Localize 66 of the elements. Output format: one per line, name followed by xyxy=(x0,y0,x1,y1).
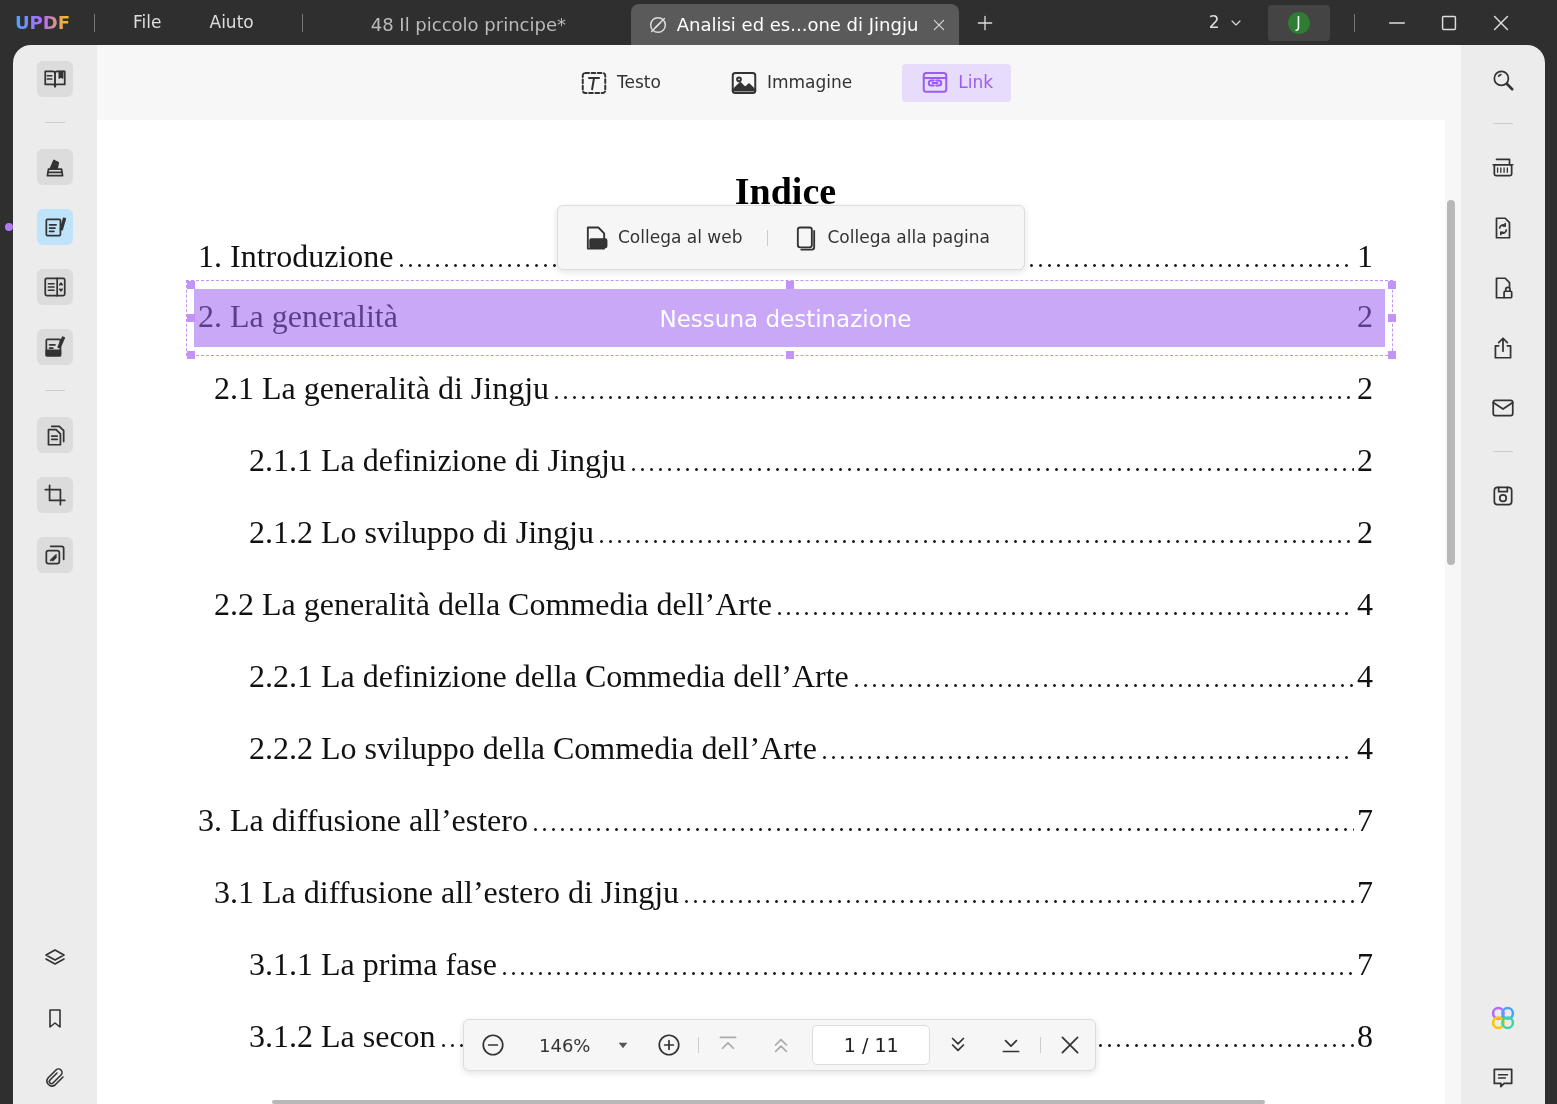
toc-page-number: 7 xyxy=(1357,801,1373,840)
toc-entry-title[interactable]: 3.1 La diffusione all’estero di Jingju xyxy=(214,868,680,916)
toc-entry-title[interactable]: 2.2 La generalità della Commedia dell’Arte xyxy=(214,580,772,628)
resize-handle[interactable] xyxy=(785,351,794,359)
document-tab[interactable]: Analisi ed es...one di Jingju xyxy=(630,4,959,45)
resize-handle[interactable] xyxy=(187,281,195,289)
popup-option[interactable]: Collega al web xyxy=(582,223,743,252)
page-field[interactable]: 1 / 11 xyxy=(812,1025,930,1065)
crop-icon xyxy=(42,482,68,508)
toc-page-number: 4 xyxy=(1357,657,1373,696)
toc-page-number: 1 xyxy=(1357,237,1373,276)
zoom-in-icon[interactable] xyxy=(656,1032,683,1058)
edit-icon xyxy=(42,214,68,240)
vertical-scrollbar[interactable] xyxy=(1447,200,1455,565)
toc-page-number: 2 xyxy=(1357,441,1373,480)
toc-entry-title[interactable]: 2.2.2 Lo sviluppo della Commedia dell’Arte xyxy=(249,724,817,772)
toc-page-number: 2 xyxy=(1357,513,1373,552)
toc-entry-title[interactable]: 2.1.2 Lo sviluppo di Jingju xyxy=(249,508,594,556)
toc-page-number: 8 xyxy=(1357,1017,1373,1056)
sidebar-tool[interactable] xyxy=(37,61,73,97)
resize-handle[interactable] xyxy=(785,281,794,289)
form-icon xyxy=(42,274,68,300)
toc-entry-title[interactable]: 1. Introduzione xyxy=(198,232,394,280)
popup-option[interactable]: Collega alla pagina xyxy=(791,223,990,252)
zoom-level[interactable]: 146% xyxy=(539,1031,591,1059)
toc-page-number: 2 xyxy=(1357,297,1373,336)
search-icon[interactable] xyxy=(1490,67,1516,93)
sign-icon xyxy=(42,334,68,360)
window-count-button[interactable]: 2 xyxy=(1208,9,1244,36)
toc-entry-title[interactable]: 2.1 La generalità di Jingju xyxy=(214,364,549,412)
resize-handle[interactable] xyxy=(1388,314,1396,322)
horizontal-scrollbar[interactable] xyxy=(272,1100,1265,1104)
mode-button[interactable]: Immagine xyxy=(710,63,871,102)
zoom-out-icon[interactable] xyxy=(480,1032,506,1058)
toc-page-number: 7 xyxy=(1357,873,1373,912)
sidebar-tool[interactable] xyxy=(37,417,73,453)
toc-entry-title[interactable]: 3. La diffusione all’estero xyxy=(198,796,528,844)
sidebar-tool[interactable] xyxy=(37,209,73,245)
document-tab[interactable]: 48 Il piccolo principe* xyxy=(302,4,631,45)
resize-handle[interactable] xyxy=(1388,281,1396,289)
toc-entry-title[interactable]: 3.1.2 La secon xyxy=(249,1012,436,1060)
toc-page-number: 4 xyxy=(1357,729,1373,768)
sidebar-tool[interactable] xyxy=(37,149,73,185)
mode-button[interactable]: Testo xyxy=(561,63,679,102)
toc-entry-title[interactable]: 2. La generalità xyxy=(198,292,398,340)
toc-page-number: 7 xyxy=(1357,945,1373,984)
panel-handle[interactable] xyxy=(5,223,13,231)
toc-entry-title[interactable]: 2.2.1 La definizione della Commedia dell’Arte xyxy=(249,652,849,700)
toc-entry-title[interactable]: 3.1.1 La prima fase xyxy=(249,940,497,988)
sidebar-tool[interactable] xyxy=(37,537,73,573)
document-title: Indice xyxy=(733,169,838,214)
page-tools-icon xyxy=(42,542,68,568)
clover-logo-icon[interactable] xyxy=(1489,1004,1517,1032)
save-icon[interactable] xyxy=(1490,483,1516,509)
resize-handle[interactable] xyxy=(1388,351,1396,359)
sidebar-tool[interactable] xyxy=(37,329,73,365)
menu-item[interactable]: Aiuto xyxy=(209,9,254,36)
toc-page-number: 4 xyxy=(1357,585,1373,624)
toc-entry-title[interactable]: 2.1.1 La definizione di Jingju xyxy=(249,436,626,484)
menu-item[interactable]: File xyxy=(133,9,162,36)
avatar[interactable]: J xyxy=(1287,11,1310,34)
sidebar-tool[interactable] xyxy=(37,269,73,305)
sidebar-tool[interactable] xyxy=(37,477,73,513)
resize-handle[interactable] xyxy=(187,351,195,359)
toc-page-number: 2 xyxy=(1357,369,1373,408)
resize-handle[interactable] xyxy=(187,314,195,322)
